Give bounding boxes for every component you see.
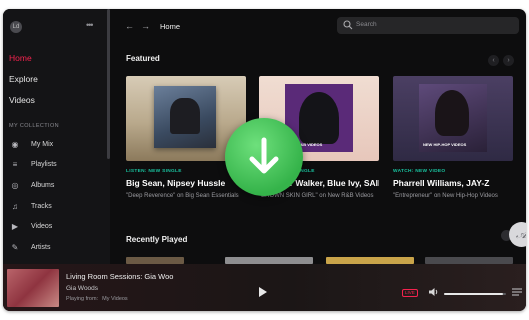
art-caption: NEW HIP-HOP VIDEOS [423,142,467,147]
volume-icon[interactable] [428,287,440,297]
collection-section-label: MY COLLECTION [9,123,60,129]
carousel-prev-icon[interactable]: ‹ [488,55,499,66]
sidebar-item-playlists[interactable]: ≡ Playlists [9,157,57,171]
queue-icon[interactable] [512,287,522,297]
main-content: ← → Home Search Featured ‹ › LISTEN: NEW… [110,9,526,264]
live-badge: LIVE [402,289,418,297]
featured-title: Featured [126,54,160,63]
sidebar-item-label: Videos [31,222,53,230]
recent-item-thumbnail[interactable] [126,257,184,264]
playing-from-label: Playing from: [66,296,99,302]
sidebar: Ld ••• Home Explore Videos MY COLLECTION… [3,9,110,264]
video-icon: ▶ [11,221,19,231]
featured-card[interactable]: NEW HIP-HOP VIDEOS WATCH: NEW VIDEO Phar… [393,76,513,201]
playlist-icon: ≡ [12,159,18,169]
recent-item-thumbnail[interactable] [225,257,313,264]
nav-explore[interactable]: Explore [9,74,38,84]
play-icon[interactable] [259,287,267,297]
volume-level [444,293,503,295]
sidebar-item-label: My Mix [31,140,54,148]
featured-card[interactable]: NEW R&B VIDEOS LISTEN: NEW SINGLE Summer… [259,76,379,201]
page-title: Home [160,22,181,31]
back-arrow-icon[interactable]: ← [125,21,134,31]
card-description: "Deep Reverence" on Big Sean Essentials [126,193,239,199]
radio-icon: ◉ [11,139,19,149]
app-logo-icon[interactable]: 𝒜 [509,222,526,247]
art-caption: NEW R&B VIDEOS [287,142,323,147]
card-tag: LISTEN: NEW SINGLE [126,169,182,174]
sidebar-item-label: Playlists [31,160,57,168]
more-options-icon[interactable]: ••• [86,20,94,30]
avatar[interactable]: Ld [10,21,22,33]
forward-arrow-icon[interactable]: → [141,21,150,31]
card-title[interactable]: Summer Walker, Blue Ivy, SAINt JHN [259,178,379,188]
microphone-icon: ✎ [11,242,19,252]
sidebar-item-albums[interactable]: ◎ Albums [9,178,55,192]
album-art: NEW HIP-HOP VIDEOS [393,76,513,161]
sidebar-item-artists[interactable]: ✎ Artists [9,240,51,254]
card-description: "BROWN SKIN GIRL" on New R&B Videos [259,193,374,199]
playing-from: Playing from: My Videos [66,296,132,302]
sidebar-item-tracks[interactable]: ♫ Tracks [9,199,52,213]
nav-home[interactable]: Home [9,53,32,63]
app-window: Ld ••• Home Explore Videos MY COLLECTION… [3,9,526,311]
volume-slider[interactable] [444,293,506,295]
search-input[interactable]: Search [337,17,519,34]
now-playing-art[interactable] [7,269,59,307]
card-tag: LISTEN: NEW SINGLE [259,169,315,174]
now-playing-bar: Living Room Sessions: Gia Woo Gia Woods … [3,264,526,311]
card-description: "Entrepreneur" on New Hip-Hop Videos [393,193,498,199]
sidebar-item-my-mix[interactable]: ◉ My Mix [9,137,54,151]
sidebar-item-label: Tracks [31,202,52,210]
nav-videos[interactable]: Videos [9,95,35,105]
search-icon [343,20,353,30]
search-placeholder: Search [356,21,377,28]
playing-from-source[interactable]: My Videos [102,296,128,302]
recent-item-thumbnail[interactable] [425,257,513,264]
sidebar-item-label: Albums [31,181,55,189]
sidebar-item-videos[interactable]: ▶ Videos [9,219,52,233]
card-tag: WATCH: NEW VIDEO [393,169,446,174]
sidebar-item-label: Artists [31,243,51,251]
card-title[interactable]: Pharrell Williams, JAY-Z [393,178,513,188]
featured-card[interactable]: LISTEN: NEW SINGLE Big Sean, Nipsey Huss… [126,76,246,201]
music-note-icon: ♫ [12,201,18,211]
album-art [126,76,246,161]
now-playing-artist[interactable]: Gia Woods [66,285,98,292]
album-art: NEW R&B VIDEOS [259,76,379,161]
card-title[interactable]: Big Sean, Nipsey Hussle [126,178,246,188]
album-icon: ◎ [11,180,19,190]
now-playing-title[interactable]: Living Room Sessions: Gia Woo [66,272,173,281]
recently-played-title: Recently Played [126,235,188,244]
carousel-next-icon[interactable]: › [503,55,514,66]
recent-item-thumbnail[interactable] [326,257,414,264]
